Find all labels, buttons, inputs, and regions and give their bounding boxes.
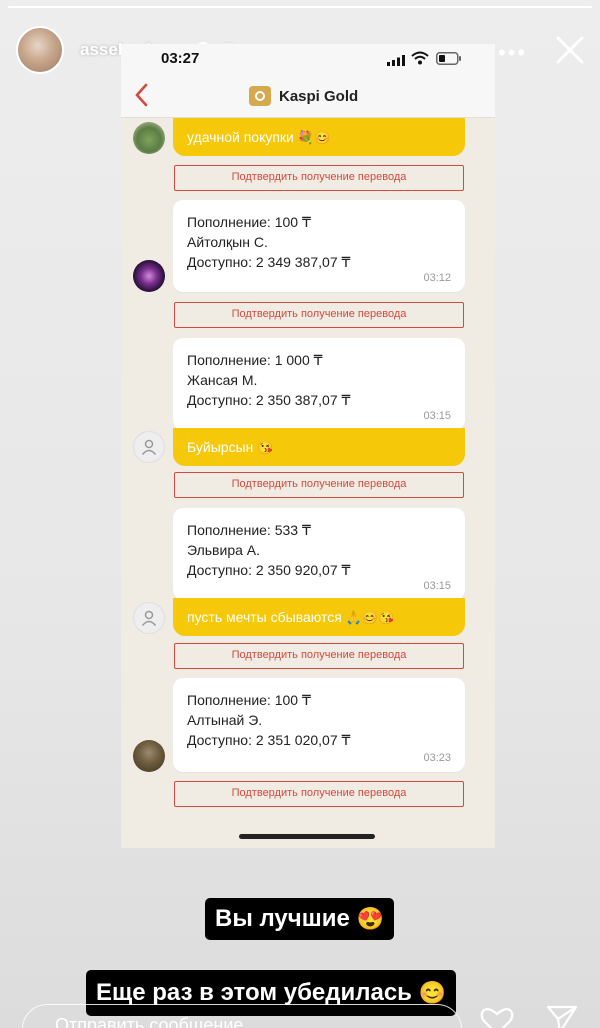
phone-status-time: 03:27	[161, 50, 200, 67]
sender-avatar	[133, 740, 165, 772]
wifi-icon	[411, 51, 429, 65]
transfer-amount: Пополнение: 100 ₸	[187, 214, 311, 230]
story-progress-fill	[8, 6, 592, 8]
transfer-sender: Айтолқын С.	[187, 234, 268, 250]
kaspi-screenshot: 03:27 Kaspi Gold удачной покупки 💐😊 Подт…	[121, 44, 495, 848]
greeting-message: пусть мечты сбываются 🙏😊😘	[173, 598, 465, 636]
transfer-sender: Алтынай Э.	[187, 712, 263, 728]
story-progress-bar	[8, 6, 592, 8]
transfer-balance: Доступно: 2 351 020,07 ₸	[187, 732, 351, 748]
message-emoji: 💐😊	[297, 130, 331, 145]
caption-text: Вы лучшие	[215, 905, 350, 932]
message-text: пусть мечты сбываются	[187, 609, 342, 625]
transfer-sender: Эльвира А.	[187, 542, 261, 558]
confirm-transfer-button[interactable]: Подтвердить получение перевода	[174, 165, 464, 191]
story-author-avatar[interactable]	[16, 26, 64, 74]
signal-icon	[387, 53, 405, 66]
confirm-transfer-button[interactable]: Подтвердить получение перевода	[174, 643, 464, 669]
user-icon	[141, 439, 157, 455]
user-icon	[141, 610, 157, 626]
chat-thread: удачной покупки 💐😊 Подтвердить получение…	[121, 118, 495, 848]
greeting-message: удачной покупки 💐😊	[173, 118, 465, 156]
greeting-message: Буйырсын 😘	[173, 428, 465, 466]
message-time: 03:12	[423, 272, 451, 284]
transfer-card: Пополнение: 533 ₸ Эльвира А. Доступно: 2…	[173, 508, 465, 600]
caption-emoji: 😍	[356, 906, 384, 931]
transfer-amount: Пополнение: 1 000 ₸	[187, 352, 323, 368]
confirm-transfer-button[interactable]: Подтвердить получение перевода	[174, 781, 464, 807]
send-icon[interactable]	[546, 1004, 578, 1028]
home-indicator	[239, 834, 375, 839]
sender-avatar	[133, 122, 165, 154]
story-caption-1: Вы лучшие 😍	[205, 898, 394, 940]
chat-header: Kaspi Gold	[121, 72, 495, 118]
more-icon[interactable]: •••	[498, 40, 527, 66]
transfer-card: Пополнение: 1 000 ₸ Жансая М. Доступно: …	[173, 338, 465, 430]
transfer-balance: Доступно: 2 349 387,07 ₸	[187, 254, 351, 270]
phone-status-bar: 03:27	[121, 44, 495, 72]
confirm-transfer-button[interactable]: Подтвердить получение перевода	[174, 302, 464, 328]
kaspi-logo-icon	[249, 86, 271, 106]
message-emoji: 🙏😊😘	[345, 610, 395, 625]
transfer-amount: Пополнение: 100 ₸	[187, 692, 311, 708]
sender-avatar	[133, 260, 165, 292]
message-emoji: 😘	[257, 440, 274, 455]
transfer-amount: Пополнение: 533 ₸	[187, 522, 311, 538]
caption-text: Еще раз в этом убедилась	[96, 979, 412, 1006]
sender-avatar	[133, 602, 165, 634]
reply-message-input[interactable]: Отправить сообщение	[22, 1004, 462, 1028]
chat-title: Kaspi Gold	[279, 88, 359, 105]
sender-avatar	[133, 431, 165, 463]
confirm-transfer-button[interactable]: Подтвердить получение перевода	[174, 472, 464, 498]
heart-icon[interactable]	[480, 1006, 514, 1028]
caption-emoji: 😊	[418, 980, 447, 1005]
transfer-sender: Жансая М.	[187, 372, 258, 388]
message-time: 03:15	[423, 410, 451, 422]
transfer-card: Пополнение: 100 ₸ Айтолқын С. Доступно: …	[173, 200, 465, 292]
battery-icon	[436, 52, 462, 65]
close-icon[interactable]	[552, 32, 588, 68]
back-icon[interactable]	[131, 82, 153, 108]
message-text: Буйырсын	[187, 439, 254, 455]
message-time: 03:15	[423, 580, 451, 592]
transfer-balance: Доступно: 2 350 920,07 ₸	[187, 562, 351, 578]
transfer-balance: Доступно: 2 350 387,07 ₸	[187, 392, 351, 408]
message-time: 03:23	[423, 752, 451, 764]
transfer-card: Пополнение: 100 ₸ Алтынай Э. Доступно: 2…	[173, 678, 465, 772]
message-text: удачной покупки	[187, 129, 294, 145]
